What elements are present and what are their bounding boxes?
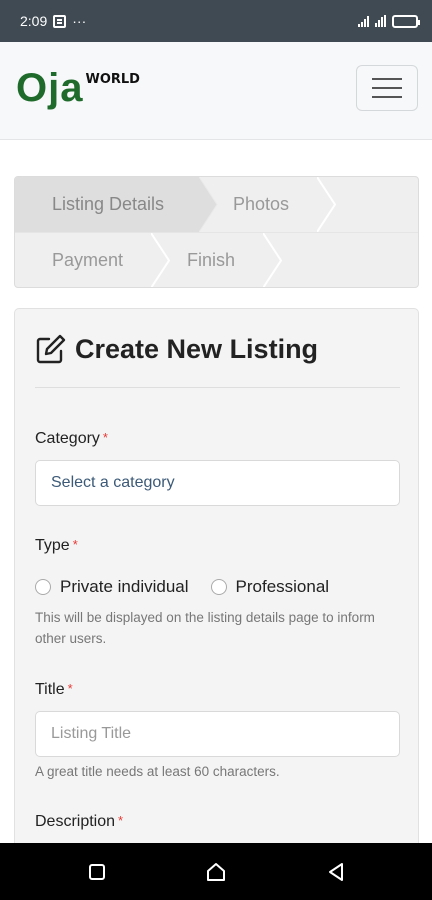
logo-main-text: Oja	[16, 66, 84, 110]
radio-label: Private individual	[60, 577, 189, 596]
step-label: Finish	[187, 250, 236, 270]
signal-icon	[358, 15, 369, 27]
required-mark: *	[118, 813, 124, 828]
type-option-private[interactable]: Private individual	[35, 577, 189, 597]
back-button[interactable]	[321, 857, 351, 887]
step-separator-icon	[151, 233, 173, 287]
step-label: Photos	[233, 194, 290, 214]
type-option-professional[interactable]: Professional	[210, 577, 330, 597]
step-separator-icon	[317, 177, 339, 232]
site-header: Oja WORLD	[0, 42, 432, 140]
radio-button[interactable]	[210, 579, 227, 595]
home-icon	[207, 863, 225, 881]
title-label: Title *	[35, 681, 73, 698]
category-select[interactable]: Select a category	[35, 460, 400, 506]
hamburger-menu-icon	[372, 78, 402, 80]
battery-icon	[392, 14, 420, 28]
type-radio-group: Private individual Professional	[35, 577, 351, 597]
category-label: Category *	[35, 430, 108, 447]
step-finish[interactable]: Finish	[173, 233, 263, 287]
radio-label: Professional	[235, 577, 330, 596]
status-left: 2:09 ···	[20, 13, 86, 29]
logo-sup-text: WORLD	[85, 72, 140, 87]
steps-row-2: Payment Finish	[15, 232, 418, 287]
step-photos[interactable]: Photos	[221, 177, 321, 232]
radio-button[interactable]	[35, 579, 51, 595]
type-help-text: This will be displayed on the listing de…	[35, 610, 375, 646]
page-title: Create New Listing	[35, 333, 318, 365]
category-select-value: Select a category	[51, 474, 175, 491]
required-mark: *	[102, 430, 108, 445]
status-time: 2:09	[20, 13, 48, 29]
home-button[interactable]	[201, 857, 231, 887]
type-label: Type *	[35, 537, 78, 554]
step-separator-icon	[199, 177, 221, 232]
create-listing-card: Create New Listing Category * Select a ca…	[14, 308, 419, 868]
required-mark: *	[72, 537, 78, 552]
recent-apps-button[interactable]	[82, 857, 112, 887]
step-separator-icon	[263, 233, 285, 287]
steps-row-1: Listing Details Photos	[15, 177, 418, 232]
title-input-placeholder: Listing Title	[51, 725, 132, 742]
hamburger-menu-button[interactable]	[356, 65, 418, 111]
title-divider	[35, 387, 400, 388]
page-title-text: Create New Listing	[75, 333, 319, 364]
required-mark: *	[67, 681, 73, 696]
notification-icon	[53, 14, 67, 28]
description-label: Description *	[35, 813, 124, 830]
step-label: Payment	[52, 250, 124, 270]
edit-icon	[36, 334, 66, 364]
title-help-text: A great title needs at least 60 characte…	[35, 764, 280, 779]
step-label: Listing Details	[52, 194, 165, 214]
system-nav-bar	[0, 843, 432, 900]
title-input[interactable]: Listing Title	[35, 711, 400, 757]
status-right	[358, 14, 420, 28]
listing-steps: Listing Details Photos Payment Finish	[14, 176, 419, 288]
status-more-dots: ···	[72, 13, 87, 29]
wifi-signal-icon	[375, 15, 386, 27]
recent-apps-icon	[89, 864, 105, 880]
step-listing-details[interactable]: Listing Details	[15, 177, 199, 232]
site-logo[interactable]: Oja WORLD	[16, 68, 140, 108]
status-bar: 2:09 ···	[0, 0, 432, 42]
back-icon	[329, 863, 343, 881]
step-payment[interactable]: Payment	[15, 233, 155, 287]
